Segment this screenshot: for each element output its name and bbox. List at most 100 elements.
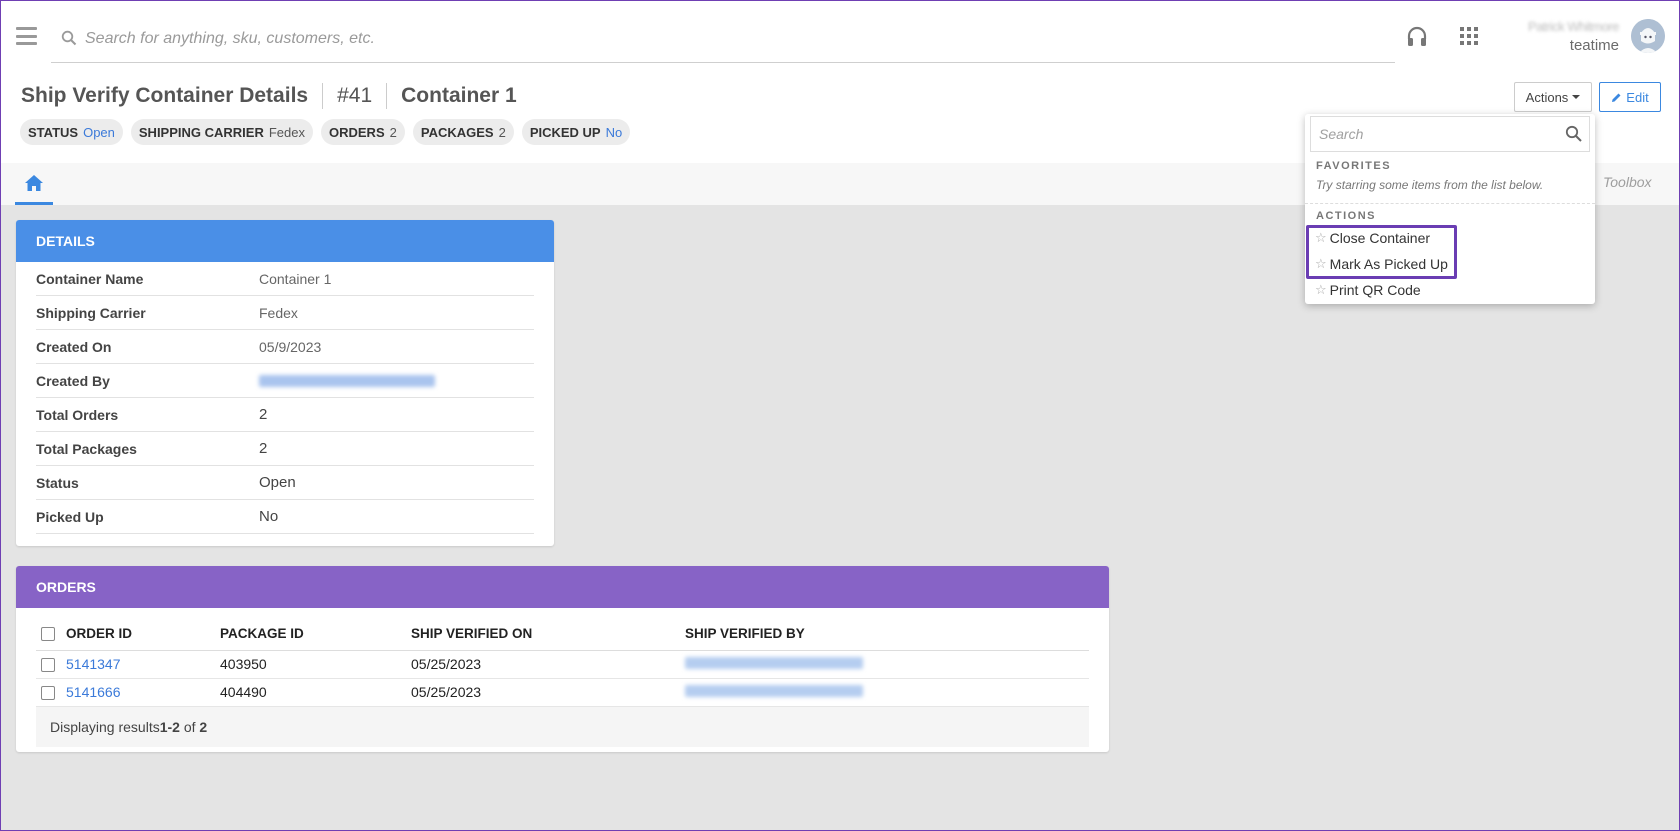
actions-search-input[interactable] (1311, 117, 1551, 151)
col-ship-verified-on[interactable]: SHIP VERIFIED ON (411, 618, 685, 651)
container-name: Container 1 (401, 84, 517, 107)
star-icon[interactable]: ☆ (1315, 282, 1327, 298)
chip-key: ORDERS (329, 124, 385, 140)
col-ship-verified-by[interactable]: SHIP VERIFIED BY (685, 618, 1089, 651)
orders-table: ORDER ID PACKAGE ID SHIP VERIFIED ON SHI… (36, 618, 1089, 707)
hamburger-menu-icon[interactable] (16, 27, 37, 45)
menu-item-print-qr-code[interactable]: ☆ Print QR Code (1315, 282, 1421, 298)
ship-verified-by-redacted (685, 657, 863, 669)
star-icon[interactable]: ☆ (1315, 256, 1327, 272)
detail-label: Total Orders (36, 406, 119, 423)
detail-value: 05/9/2023 (259, 338, 322, 355)
actions-dropdown: FAVORITES Try starring some items from t… (1305, 114, 1595, 304)
menu-item-mark-as-picked-up[interactable]: ☆ Mark As Picked Up (1315, 256, 1448, 272)
order-id-link[interactable]: 5141347 (66, 656, 121, 672)
footer-of: of (179, 718, 200, 735)
ship-verified-on: 05/25/2023 (411, 678, 685, 707)
menu-item-label: Mark As Picked Up (1329, 256, 1448, 272)
caret-down-icon (1572, 95, 1581, 99)
actions-button[interactable]: Actions (1514, 82, 1592, 112)
star-icon[interactable]: ☆ (1315, 230, 1327, 246)
ship-verified-by-redacted (685, 685, 863, 697)
search-icon (1565, 125, 1582, 142)
detail-label: Container Name (36, 270, 144, 287)
chip-value: Open (83, 124, 115, 140)
chip-value: Fedex (268, 124, 305, 140)
row-checkbox[interactable] (41, 658, 55, 673)
menu-item-label: Print QR Code (1329, 282, 1421, 298)
global-search-input[interactable] (85, 25, 1365, 53)
detail-row-created-by: Created By (36, 364, 534, 398)
tab-toolbox[interactable]: Toolbox (1603, 174, 1652, 190)
detail-value: 2 (259, 406, 268, 423)
footer-range: 1-2 (159, 718, 180, 735)
favorites-heading: FAVORITES (1316, 160, 1392, 172)
package-id: 403950 (220, 650, 411, 679)
user-info[interactable]: Patrick Whitmore teatime (1528, 19, 1619, 54)
title-divider (386, 83, 388, 109)
actions-search (1310, 116, 1590, 152)
detail-row-total-packages: Total Packages 2 (36, 432, 534, 466)
headset-icon[interactable] (1406, 25, 1428, 49)
user-name: Patrick Whitmore (1528, 19, 1619, 34)
detail-row-container-name: Container Name Container 1 (36, 262, 534, 296)
select-all-checkbox[interactable] (41, 627, 55, 642)
detail-row-shipping-carrier: Shipping Carrier Fedex (36, 296, 534, 330)
user-org: teatime (1569, 37, 1619, 54)
created-by-email-redacted[interactable] (259, 374, 435, 387)
detail-value: Container 1 (259, 270, 332, 287)
actions-heading: ACTIONS (1316, 210, 1376, 222)
chip-packages: PACKAGES 2 (412, 119, 514, 145)
top-bar: Patrick Whitmore teatime (1, 1, 1679, 73)
container-number: #41 (337, 84, 373, 107)
col-order-id[interactable]: ORDER ID (66, 618, 220, 651)
chip-orders: ORDERS 2 (321, 119, 405, 145)
home-icon (25, 174, 43, 191)
detail-row-picked-up: Picked Up No (36, 500, 534, 534)
row-checkbox[interactable] (41, 686, 55, 701)
package-id: 404490 (220, 678, 411, 707)
chip-picked-up: PICKED UP No (521, 119, 631, 145)
title-divider (322, 83, 324, 109)
chip-value: 2 (498, 124, 506, 140)
detail-value: No (259, 508, 279, 525)
dropdown-divider (1305, 203, 1595, 204)
actions-button-label: Actions (1525, 89, 1569, 105)
detail-label: Shipping Carrier (36, 304, 146, 321)
chip-value: 2 (389, 124, 397, 140)
detail-label: Created By (36, 372, 110, 389)
chip-status: STATUS Open (20, 119, 123, 145)
detail-row-created-on: Created On 05/9/2023 (36, 330, 534, 364)
orders-card-header: ORDERS (16, 566, 1109, 608)
detail-label: Created On (36, 338, 112, 355)
favorites-hint: Try starring some items from the list be… (1316, 178, 1544, 192)
detail-value: 2 (259, 440, 268, 457)
footer-prefix: Displaying results (50, 718, 160, 735)
menu-item-label: Close Container (1329, 230, 1431, 246)
summary-chips: STATUS Open SHIPPING CARRIER Fedex ORDERS 2… (20, 119, 631, 145)
edit-button[interactable]: Edit (1599, 82, 1661, 112)
detail-label: Picked Up (36, 508, 104, 525)
footer-total: 2 (199, 718, 208, 735)
avatar[interactable] (1631, 19, 1665, 53)
detail-row-total-orders: Total Orders 2 (36, 398, 534, 432)
ship-verified-on: 05/25/2023 (411, 650, 685, 679)
details-card: DETAILS Container Name Container 1 Shippi… (16, 220, 554, 546)
page-title: Ship Verify Container Details (21, 84, 309, 107)
detail-row-status: Status Open (36, 466, 534, 500)
tab-home[interactable] (15, 163, 53, 205)
detail-value: Fedex (259, 304, 298, 321)
table-row: 5141347 403950 05/25/2023 (36, 650, 1089, 679)
menu-item-close-container[interactable]: ☆ Close Container (1315, 230, 1430, 246)
orders-card: ORDERS ORDER ID PACKAGE ID SHIP VERIFIED… (16, 566, 1109, 752)
edit-button-label: Edit (1626, 89, 1649, 105)
global-search (51, 17, 1395, 63)
order-id-link[interactable]: 5141666 (66, 684, 121, 700)
chip-key: PACKAGES (420, 124, 494, 140)
detail-label: Total Packages (36, 440, 137, 457)
orders-table-header: ORDER ID PACKAGE ID SHIP VERIFIED ON SHI… (36, 618, 1089, 651)
chip-key: SHIPPING CARRIER (138, 124, 264, 140)
details-card-header: DETAILS (16, 220, 554, 262)
col-package-id[interactable]: PACKAGE ID (220, 618, 411, 651)
apps-grid-icon[interactable] (1460, 27, 1478, 45)
